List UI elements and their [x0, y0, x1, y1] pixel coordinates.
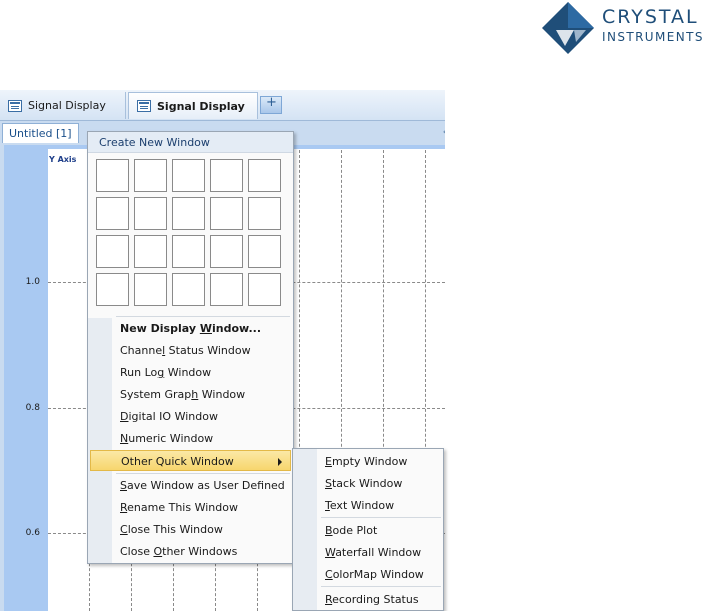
layout-grid-cell[interactable] [210, 235, 243, 268]
submenu-arrow-icon [278, 458, 282, 466]
submenu-item-recording-status[interactable]: Recording Status [295, 589, 441, 610]
layout-grid-cell[interactable] [248, 235, 281, 268]
logo-text-instruments: INSTRUMENTS [602, 30, 704, 44]
document-tab-bar: Signal Display Signal Display [0, 90, 445, 121]
y-tick-label: 1.0 [25, 277, 40, 287]
menu-item-channel-status-window[interactable]: Channel Status Window [90, 340, 291, 361]
menu-item-system-graph-window[interactable]: System Graph Window [90, 384, 291, 405]
other-quick-window-submenu: Empty Window Stack Window Text Window Bo… [292, 448, 444, 611]
y-tick-label: 0.6 [25, 528, 40, 538]
layout-grid-cell[interactable] [172, 235, 205, 268]
menu-item-numeric-window[interactable]: Numeric Window [90, 428, 291, 449]
layout-grid-cell[interactable] [248, 197, 281, 230]
signal-display-icon [8, 99, 22, 112]
menu-separator [116, 316, 290, 317]
tab-signal-display-2[interactable]: Signal Display [128, 92, 258, 119]
submenu-item-text-window[interactable]: Text Window [295, 495, 441, 516]
tab-untitled-label: Untitled [1] [9, 127, 72, 140]
menu-item-new-display-window[interactable]: New Display Window... [90, 318, 291, 339]
menu-item-close-other-windows[interactable]: Close Other Windows [90, 541, 291, 562]
layout-grid-cell[interactable] [96, 235, 129, 268]
layout-grid-cell[interactable] [210, 197, 243, 230]
menu-item-digital-io-window[interactable]: Digital IO Window [90, 406, 291, 427]
add-tab-button[interactable] [260, 95, 282, 114]
layout-grid-cell[interactable] [96, 273, 129, 306]
submenu-item-bode-plot[interactable]: Bode Plot [295, 520, 441, 541]
submenu-item-stack-window[interactable]: Stack Window [295, 473, 441, 494]
tab-signal-display-1[interactable]: Signal Display [0, 92, 126, 119]
layout-grid-cell[interactable] [248, 159, 281, 192]
menu-item-run-log-window[interactable]: Run Log Window [90, 362, 291, 383]
layout-grid-cell[interactable] [172, 197, 205, 230]
submenu-item-empty-window[interactable]: Empty Window [295, 451, 441, 472]
crystal-instruments-logo: CRYSTAL INSTRUMENTS [536, 0, 712, 56]
layout-grid-cell[interactable] [96, 159, 129, 192]
menu-header-create-new-window: Create New Window [88, 132, 293, 153]
layout-grid-cell[interactable] [134, 273, 167, 306]
tab-label: Signal Display [157, 99, 245, 113]
tab-untitled[interactable]: Untitled [1] [2, 123, 79, 143]
menu-item-other-quick-window[interactable]: Other Quick Window [90, 450, 291, 471]
menu-item-rename-this-window[interactable]: Rename This Window [90, 497, 291, 518]
signal-display-icon [137, 100, 151, 112]
submenu-item-waterfall-window[interactable]: Waterfall Window [295, 542, 441, 563]
layout-grid-cell[interactable] [172, 159, 205, 192]
layout-grid-cell[interactable] [172, 273, 205, 306]
layout-grid-cell[interactable] [210, 273, 243, 306]
layout-grid-cell[interactable] [210, 159, 243, 192]
submenu-separator [321, 517, 441, 518]
layout-grid-cell[interactable] [134, 197, 167, 230]
submenu-separator [321, 586, 441, 587]
layout-grid-cell[interactable] [96, 197, 129, 230]
scroll-left-icon[interactable]: ‹ [443, 125, 445, 138]
submenu-item-colormap-window[interactable]: ColorMap Window [295, 564, 441, 585]
y-axis-title: Y Axis [49, 155, 77, 164]
logo-text-crystal: CRYSTAL [602, 6, 699, 28]
layout-grid-cell[interactable] [134, 235, 167, 268]
layout-grid-cell[interactable] [248, 273, 281, 306]
tab-label: Signal Display [28, 99, 106, 112]
layout-grid-cell[interactable] [134, 159, 167, 192]
context-menu: Create New Window New Display Window... … [87, 131, 294, 564]
menu-item-close-this-window[interactable]: Close This Window [90, 519, 291, 540]
menu-item-save-window-as-user-defined[interactable]: Save Window as User Defined [90, 475, 291, 496]
crystal-logo-icon [542, 2, 594, 54]
y-tick-label: 0.8 [25, 403, 40, 413]
menu-separator [116, 473, 290, 474]
